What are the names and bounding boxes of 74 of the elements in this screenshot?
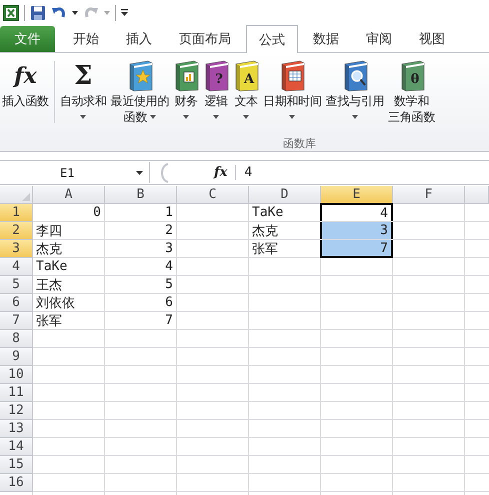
table-cell: 3 xyxy=(320,222,393,239)
row-header[interactable]: 12 xyxy=(0,402,33,420)
row-header[interactable]: 7 xyxy=(0,312,33,330)
table-cell-text: 5 xyxy=(164,276,174,293)
table-cell-text: 7 xyxy=(164,312,174,329)
table-cell-text: TaKe xyxy=(251,204,284,221)
column-header[interactable]: C xyxy=(177,186,249,204)
table-cell-text: 张军 xyxy=(35,312,63,329)
table-cell-text: 李四 xyxy=(35,222,63,239)
row-header[interactable]: 6 xyxy=(0,294,33,312)
ribbon-tab[interactable]: 文件 xyxy=(0,26,55,52)
table-cell-text: 张军 xyxy=(251,240,279,257)
row-header[interactable]: 11 xyxy=(0,384,33,402)
table-cell-text: 刘依依 xyxy=(35,294,76,311)
table-cell-text: 1 xyxy=(164,204,174,221)
table-cell-text: 0 xyxy=(92,204,102,221)
row-header[interactable]: 1 xyxy=(0,204,33,222)
table-cell: 4 xyxy=(320,203,393,221)
row-header[interactable]: 2 xyxy=(0,222,33,240)
table-cell: 7 xyxy=(320,240,393,258)
save-icon[interactable] xyxy=(30,4,46,20)
row-header[interactable]: 4 xyxy=(0,258,33,276)
ribbon-tab[interactable]: 审阅 xyxy=(354,26,404,52)
book-letter-icon: θ xyxy=(398,60,425,92)
row-header[interactable]: 15 xyxy=(0,456,33,474)
group-label: 函数库 xyxy=(283,136,316,151)
table-cell-text: 2 xyxy=(164,222,174,239)
row-header[interactable]: 13 xyxy=(0,420,33,438)
book-letter-icon: A xyxy=(233,60,260,92)
ribbon-tab[interactable]: 插入 xyxy=(114,26,164,52)
column-header[interactable]: D xyxy=(249,186,321,204)
ribbon-tab[interactable]: 公式 xyxy=(246,25,298,53)
ribbon-tab[interactable]: 视图 xyxy=(407,26,457,52)
ribbon-button[interactable]: A 文本 xyxy=(231,59,262,119)
function-icon: fx xyxy=(14,65,37,87)
table-cell-text: 3 xyxy=(164,240,174,257)
table-cell-text: 王杰 xyxy=(35,276,63,293)
table-cell-text: 杰克 xyxy=(35,240,63,257)
column-header[interactable]: F xyxy=(393,186,465,204)
ribbon-tab[interactable]: 页面布局 xyxy=(167,26,243,52)
caret-icon[interactable] xyxy=(72,10,78,14)
customize-toolbar-icon[interactable] xyxy=(121,9,128,16)
column-header[interactable]: A xyxy=(33,186,105,204)
sigma-icon: Σ xyxy=(74,63,92,89)
ribbon-button[interactable]: fx 插入函数 xyxy=(0,59,51,109)
ribbon-tab[interactable]: 数据 xyxy=(301,26,351,52)
column-header[interactable]: E xyxy=(321,186,393,204)
caret-icon xyxy=(136,170,143,174)
row-header[interactable]: 3 xyxy=(0,240,33,258)
row-header[interactable]: 9 xyxy=(0,348,33,366)
row-header[interactable]: 5 xyxy=(0,276,33,294)
table-cell-text: 杰克 xyxy=(251,222,279,239)
table-cell-text: TaKe xyxy=(35,258,68,275)
name-box[interactable]: E1 xyxy=(0,162,150,183)
ribbon-button[interactable]: 财务 xyxy=(171,59,202,119)
row-header[interactable]: 16 xyxy=(0,474,33,492)
column-header[interactable]: B xyxy=(105,186,177,204)
ribbon-button[interactable]: 日期和时间 xyxy=(261,59,324,119)
row-header[interactable]: 10 xyxy=(0,366,33,384)
ribbon-tab[interactable]: 开始 xyxy=(61,26,111,52)
row-header[interactable]: 14 xyxy=(0,438,33,456)
ribbon-button[interactable]: θ 数学和 三角函数 xyxy=(386,59,437,125)
spreadsheet-logo-icon[interactable] xyxy=(3,4,19,20)
ribbon-button[interactable]: 查找与引用 xyxy=(324,59,386,119)
formula-input[interactable]: 4 xyxy=(236,165,489,180)
undo-icon[interactable] xyxy=(51,4,67,20)
ribbon-button[interactable]: Σ 自动求和 xyxy=(58,59,109,119)
ribbon-button[interactable]: ? 逻辑 xyxy=(201,59,232,119)
insert-function-button[interactable]: fx xyxy=(214,165,236,180)
table-cell-text: 6 xyxy=(164,294,174,311)
row-header[interactable]: 8 xyxy=(0,330,33,348)
book-letter-icon: ? xyxy=(203,60,230,92)
table-cell-text: 4 xyxy=(164,258,174,275)
ribbon-button[interactable]: 最近使用的 函数 xyxy=(108,59,172,125)
